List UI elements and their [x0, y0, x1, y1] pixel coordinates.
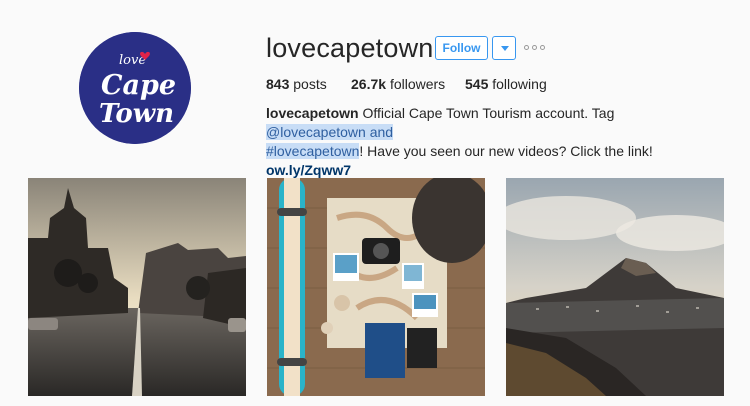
mountain-landscape-image: [506, 178, 724, 396]
city-street-image: [28, 178, 246, 396]
post-thumbnail-1[interactable]: [28, 178, 246, 396]
suggestions-dropdown-button[interactable]: [492, 36, 516, 60]
bio-external-link[interactable]: ow.ly/Zqww7: [266, 162, 351, 178]
profile-avatar: love Cape Town: [79, 32, 191, 144]
followers-label: followers: [389, 76, 446, 92]
post-thumbnail-3[interactable]: [506, 178, 724, 396]
bio-name: lovecapetown: [266, 105, 359, 121]
bio-hashtag-link[interactable]: #lovecapetown: [266, 143, 360, 159]
post-thumbnail-2[interactable]: [267, 178, 485, 396]
following-label: following: [492, 76, 547, 92]
chevron-down-icon: [501, 46, 509, 51]
profile-bio: lovecapetown Official Cape Town Tourism …: [266, 104, 716, 180]
following-stat[interactable]: 545 following: [465, 76, 547, 92]
profile-username: lovecapetown: [266, 33, 434, 63]
posts-stat: 843 posts: [266, 76, 327, 92]
avatar-town-text: Town: [99, 99, 174, 129]
following-count: 545: [465, 76, 489, 92]
more-options-icon[interactable]: [524, 42, 546, 54]
follow-button[interactable]: Follow: [435, 36, 488, 60]
avatar-cape-text: Cape: [101, 70, 176, 101]
posts-label: posts: [293, 76, 327, 92]
followers-count: 26.7k: [351, 76, 387, 92]
posts-count: 843: [266, 76, 290, 92]
bio-mention-link[interactable]: @lovecapetown and: [266, 124, 394, 140]
flat-lay-image: [267, 178, 485, 396]
bio-text-2: ! Have you seen our new videos? Click th…: [359, 143, 653, 159]
followers-stat[interactable]: 26.7k followers: [351, 76, 445, 92]
bio-text-1: Official Cape Town Tourism account. Tag: [358, 105, 615, 121]
